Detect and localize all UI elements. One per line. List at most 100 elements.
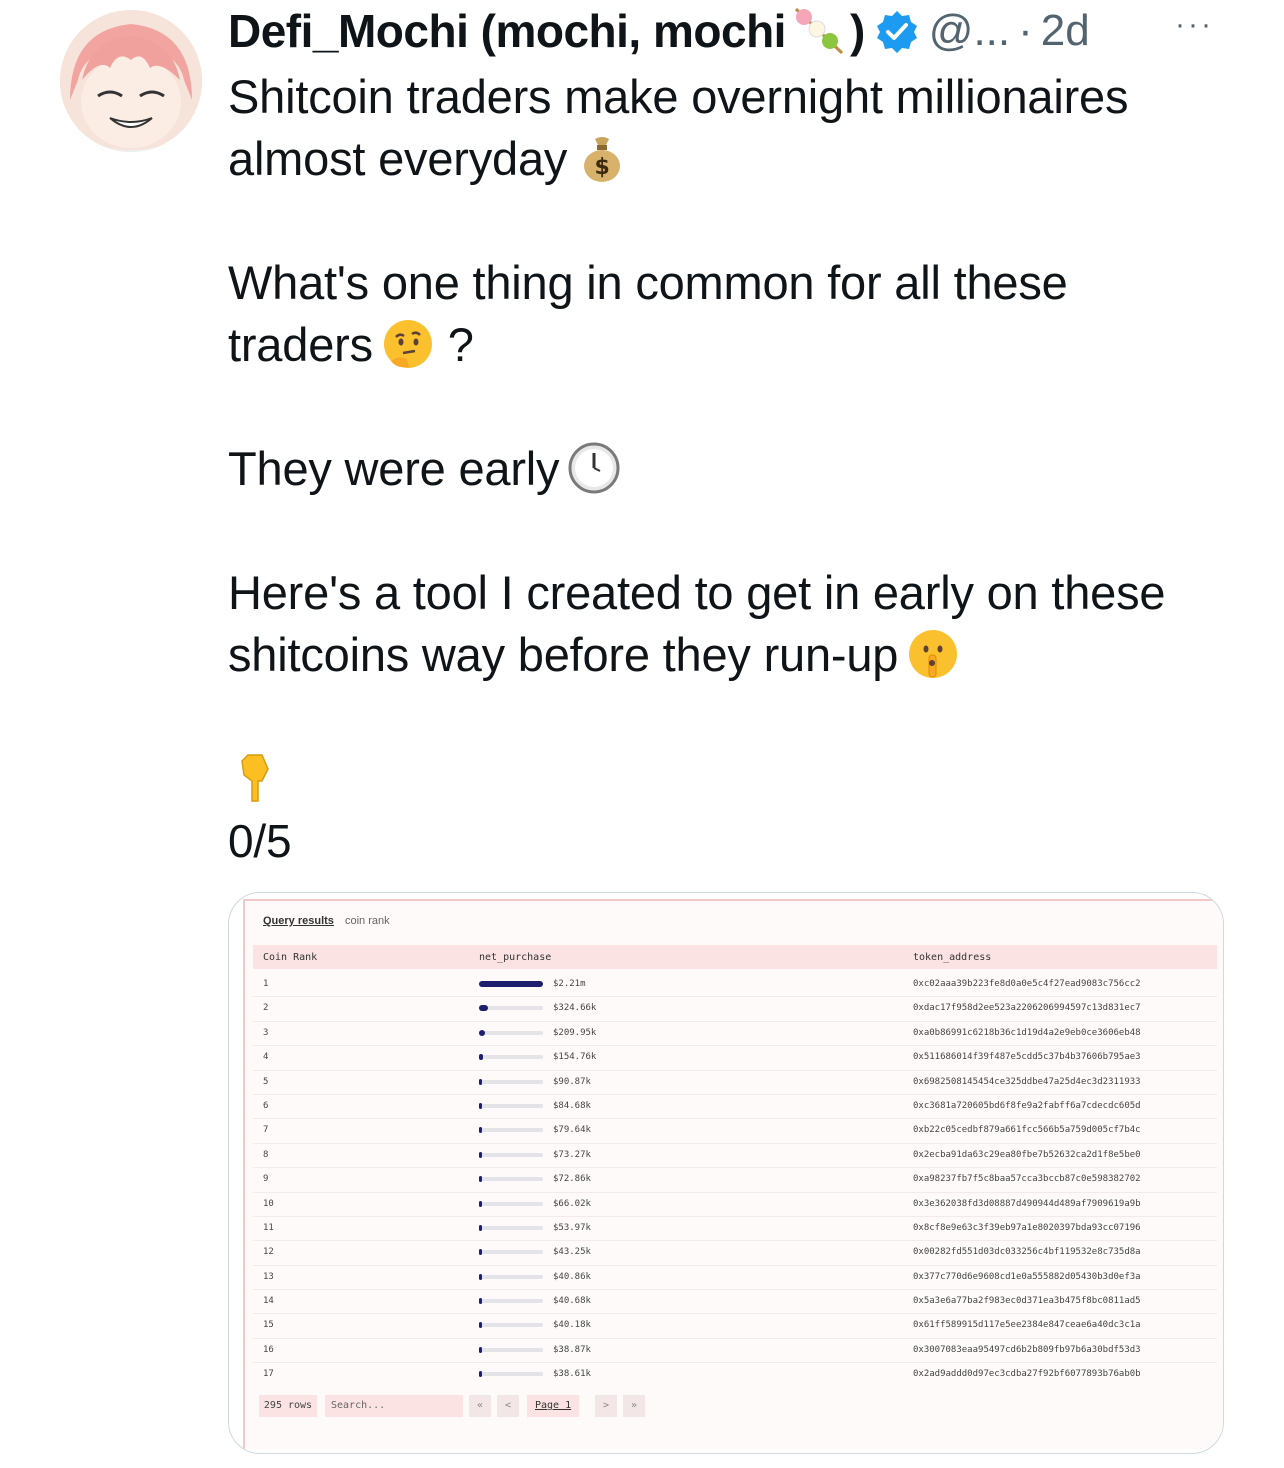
prev-page-button[interactable]: < bbox=[497, 1395, 519, 1417]
coin-rank-cell: 11 bbox=[263, 1222, 274, 1233]
net-purchase-cell: $43.25k bbox=[553, 1247, 591, 1258]
coin-rank-cell: 16 bbox=[263, 1344, 274, 1355]
net-purchase-cell: $324.66k bbox=[553, 1003, 597, 1014]
token-address-cell[interactable]: 0x3007083eaa95497cd6b2b809fb97b6a30bdf53… bbox=[913, 1345, 1141, 1355]
net-purchase-cell: $38.87k bbox=[553, 1344, 591, 1355]
table-row[interactable]: 8 $73.27k 0x2ecba91da63c29ea80fbe7b52632ca… bbox=[253, 1144, 1217, 1169]
clock-icon bbox=[567, 441, 621, 495]
table-row[interactable]: 17 $38.61k 0x2ad9addd0d97ec3cdba27f92bf607… bbox=[253, 1363, 1217, 1383]
net-purchase-bar-track bbox=[479, 1371, 543, 1378]
net-purchase-bar bbox=[479, 1273, 482, 1280]
tweet-line-text: shitcoins way before they run-up bbox=[228, 628, 899, 681]
user-handle[interactable]: @... bbox=[929, 6, 1010, 56]
net-purchase-cell: $209.95k bbox=[553, 1027, 597, 1038]
table-row[interactable]: 2 $324.66k 0xdac17f958d2ee523a220620699459… bbox=[253, 997, 1217, 1022]
table-row[interactable]: 11 $53.97k 0x8cf8e9e63c3f39eb97a1e8020397b… bbox=[253, 1217, 1217, 1242]
net-purchase-bar bbox=[479, 981, 543, 987]
net-purchase-bar bbox=[479, 1249, 482, 1256]
net-purchase-bar bbox=[479, 1102, 482, 1109]
token-address-cell[interactable]: 0x8cf8e9e63c3f39eb97a1e8020397bda93cc071… bbox=[913, 1223, 1141, 1233]
net-purchase-cell: $38.61k bbox=[553, 1369, 591, 1380]
table-row[interactable]: 15 $40.18k 0x61ff589915d117e5ee2384e847cea… bbox=[253, 1314, 1217, 1339]
net-purchase-bar bbox=[479, 1005, 488, 1012]
net-purchase-bar-track bbox=[479, 981, 543, 987]
coin-rank-cell: 5 bbox=[263, 1076, 269, 1087]
coin-rank-cell: 6 bbox=[263, 1100, 269, 1111]
column-header[interactable]: Coin Rank bbox=[263, 952, 317, 963]
column-header[interactable]: net_purchase bbox=[479, 952, 551, 963]
tweet-line-text: almost everyday bbox=[228, 132, 568, 185]
avatar[interactable] bbox=[60, 10, 202, 152]
tweet-line bbox=[228, 748, 1238, 810]
net-purchase-bar-track bbox=[479, 1078, 543, 1085]
table-row[interactable]: 7 $79.64k 0xb22c05cedbf879a661fcc566b5a759… bbox=[253, 1119, 1217, 1144]
net-purchase-cell: $79.64k bbox=[553, 1125, 591, 1136]
display-name[interactable]: Defi_Mochi (mochi, mochi bbox=[228, 4, 786, 58]
tweet-header: Defi_Mochi (mochi, mochi ) @... · 2d bbox=[228, 0, 1258, 62]
column-header[interactable]: token_address bbox=[913, 952, 991, 963]
token-address-cell[interactable]: 0xc3681a720605bd6f8fe9a2fabff6a7cdecdc60… bbox=[913, 1101, 1141, 1111]
next-page-button[interactable]: > bbox=[595, 1395, 617, 1417]
table-row[interactable]: 5 $90.87k 0x6982508145454ce325ddbe47a25d4e… bbox=[253, 1071, 1217, 1095]
token-address-cell[interactable]: 0xb22c05cedbf879a661fcc566b5a759d005cf7b… bbox=[913, 1125, 1141, 1135]
table-row[interactable]: 9 $72.86k 0xa98237fb7f5c8baa57cca3bccb87c0… bbox=[253, 1168, 1217, 1193]
net-purchase-bar-track bbox=[479, 1298, 543, 1305]
verified-badge-icon bbox=[875, 9, 919, 53]
token-address-cell[interactable]: 0xc02aaa39b223fe8d0a0e5c4f27ead9083c756c… bbox=[913, 979, 1141, 989]
token-address-cell[interactable]: 0xa0b86991c6218b36c1d19d4a2e9eb0ce3606eb… bbox=[913, 1028, 1141, 1038]
search-input[interactable]: Search... bbox=[325, 1395, 463, 1417]
net-purchase-bar-track bbox=[479, 1127, 543, 1134]
table-row[interactable]: 10 $66.02k 0x3e362038fd3d08887d490944d489a… bbox=[253, 1193, 1217, 1217]
media-card[interactable]: Query results coin rank Coin Rank net_pu… bbox=[228, 892, 1224, 1454]
table-row[interactable]: 3 $209.95k 0xa0b86991c6218b36c1d19d4a2e9eb… bbox=[253, 1022, 1217, 1047]
tweet-text: Shitcoin traders make overnight milliona… bbox=[228, 66, 1238, 872]
net-purchase-bar bbox=[479, 1054, 483, 1061]
table-row[interactable]: 12 $43.25k 0x00282fd551d03dc033256c4bf1195… bbox=[253, 1241, 1217, 1266]
token-address-cell[interactable]: 0x6982508145454ce325ddbe47a25d4ec3d23119… bbox=[913, 1077, 1141, 1087]
tweet-line-text: traders bbox=[228, 318, 373, 371]
net-purchase-bar bbox=[479, 1298, 482, 1305]
net-purchase-bar bbox=[479, 1224, 482, 1231]
table-row[interactable]: 1 $2.21m 0xc02aaa39b223fe8d0a0e5c4f27ead90… bbox=[253, 973, 1217, 998]
net-purchase-bar-track bbox=[479, 1151, 543, 1158]
table-row[interactable]: 6 $84.68k 0xc3681a720605bd6f8fe9a2fabff6a7… bbox=[253, 1095, 1217, 1120]
table-footer: 295 rows Search... « < Page 1 > » bbox=[253, 1393, 1217, 1425]
table-row[interactable]: 13 $40.86k 0x377c770d6e9608cd1e0a555882d05… bbox=[253, 1266, 1217, 1291]
page-indicator[interactable]: Page 1 bbox=[527, 1395, 580, 1417]
coin-rank-cell: 4 bbox=[263, 1052, 269, 1063]
table-row[interactable]: 16 $38.87k 0x3007083eaa95497cd6b2b809fb97b… bbox=[253, 1339, 1217, 1364]
tweet-line-text: They were early bbox=[228, 442, 560, 495]
table-row[interactable]: 4 $154.76k 0x511686014f39f487e5cdd5c37b4b3… bbox=[253, 1046, 1217, 1071]
token-address-cell[interactable]: 0x00282fd551d03dc033256c4bf119532e8c735d… bbox=[913, 1247, 1141, 1257]
tweet-timestamp[interactable]: 2d bbox=[1041, 6, 1090, 56]
coin-rank-cell: 2 bbox=[263, 1003, 269, 1014]
query-header: Query results coin rank bbox=[263, 915, 390, 927]
last-page-button[interactable]: » bbox=[623, 1395, 645, 1417]
token-address-cell[interactable]: 0x2ad9addd0d97ec3cdba27f92bf6077893b76ab… bbox=[913, 1369, 1141, 1379]
more-options-icon[interactable]: ··· bbox=[1175, 8, 1214, 42]
token-address-cell[interactable]: 0x511686014f39f487e5cdd5c37b4b37606b795a… bbox=[913, 1052, 1141, 1062]
coin-rank-cell: 8 bbox=[263, 1149, 269, 1160]
pointing-down-icon bbox=[228, 751, 282, 805]
token-address-cell[interactable]: 0x3e362038fd3d08887d490944d489af7909619a… bbox=[913, 1199, 1141, 1209]
net-purchase-bar-track bbox=[479, 1322, 543, 1329]
tweet-line: What's one thing in common for all these bbox=[228, 256, 1068, 309]
coin-rank-cell: 13 bbox=[263, 1271, 274, 1282]
row-count: 295 rows bbox=[259, 1395, 317, 1417]
dango-icon bbox=[788, 5, 848, 57]
net-purchase-bar bbox=[479, 1127, 482, 1134]
token-address-cell[interactable]: 0xdac17f958d2ee523a2206206994597c13d831e… bbox=[913, 1003, 1141, 1013]
token-address-cell[interactable]: 0x5a3e6a77ba2f983ec0d371ea3b475f8bc0811a… bbox=[913, 1296, 1141, 1306]
token-address-cell[interactable]: 0x377c770d6e9608cd1e0a555882d05430b3d0ef… bbox=[913, 1272, 1141, 1282]
thinking-face-icon bbox=[381, 317, 435, 371]
coin-rank-cell: 10 bbox=[263, 1198, 274, 1209]
token-address-cell[interactable]: 0xa98237fb7f5c8baa57cca3bccb87c0e5983827… bbox=[913, 1174, 1141, 1184]
net-purchase-bar-track bbox=[479, 1346, 543, 1353]
token-address-cell[interactable]: 0x2ecba91da63c29ea80fbe7b52632ca2d1f8e5b… bbox=[913, 1150, 1141, 1160]
first-page-button[interactable]: « bbox=[469, 1395, 491, 1417]
table-row[interactable]: 14 $40.68k 0x5a3e6a77ba2f983ec0d371ea3b475… bbox=[253, 1290, 1217, 1315]
tweet-line: Shitcoin traders make overnight milliona… bbox=[228, 70, 1129, 123]
thread-counter: 0/5 bbox=[228, 815, 292, 867]
query-results-link[interactable]: Query results bbox=[263, 915, 334, 927]
token-address-cell[interactable]: 0x61ff589915d117e5ee2384e847ceae6a40dc3c… bbox=[913, 1320, 1141, 1330]
